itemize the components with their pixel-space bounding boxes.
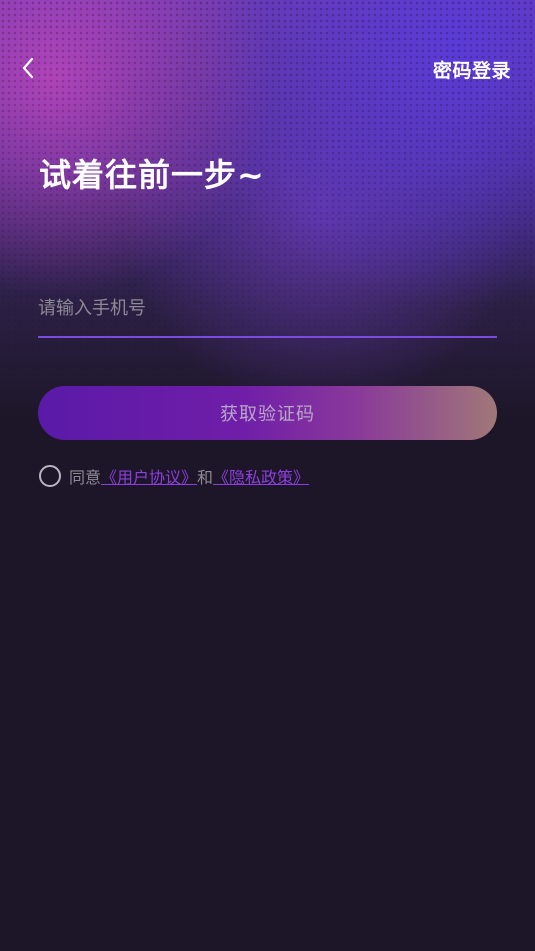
agreement-row: 同意 《用户协议》 和 《隐私政策》 <box>39 464 309 488</box>
back-button[interactable] <box>12 52 44 84</box>
phone-field-container <box>38 284 497 338</box>
phone-input[interactable] <box>38 284 497 332</box>
agree-prefix: 同意 <box>69 468 102 487</box>
privacy-policy-link[interactable]: 《隐私政策》 <box>213 464 309 488</box>
get-code-button[interactable]: 获取验证码 <box>38 386 497 440</box>
page-title: 试着往前一步~ <box>39 156 265 194</box>
agree-connector: 和 <box>197 468 214 487</box>
password-login-link[interactable]: 密码登录 <box>433 56 511 83</box>
chevron-left-icon <box>21 57 35 79</box>
agree-radio[interactable] <box>39 465 61 487</box>
user-agreement-link[interactable]: 《用户协议》 <box>101 464 197 488</box>
